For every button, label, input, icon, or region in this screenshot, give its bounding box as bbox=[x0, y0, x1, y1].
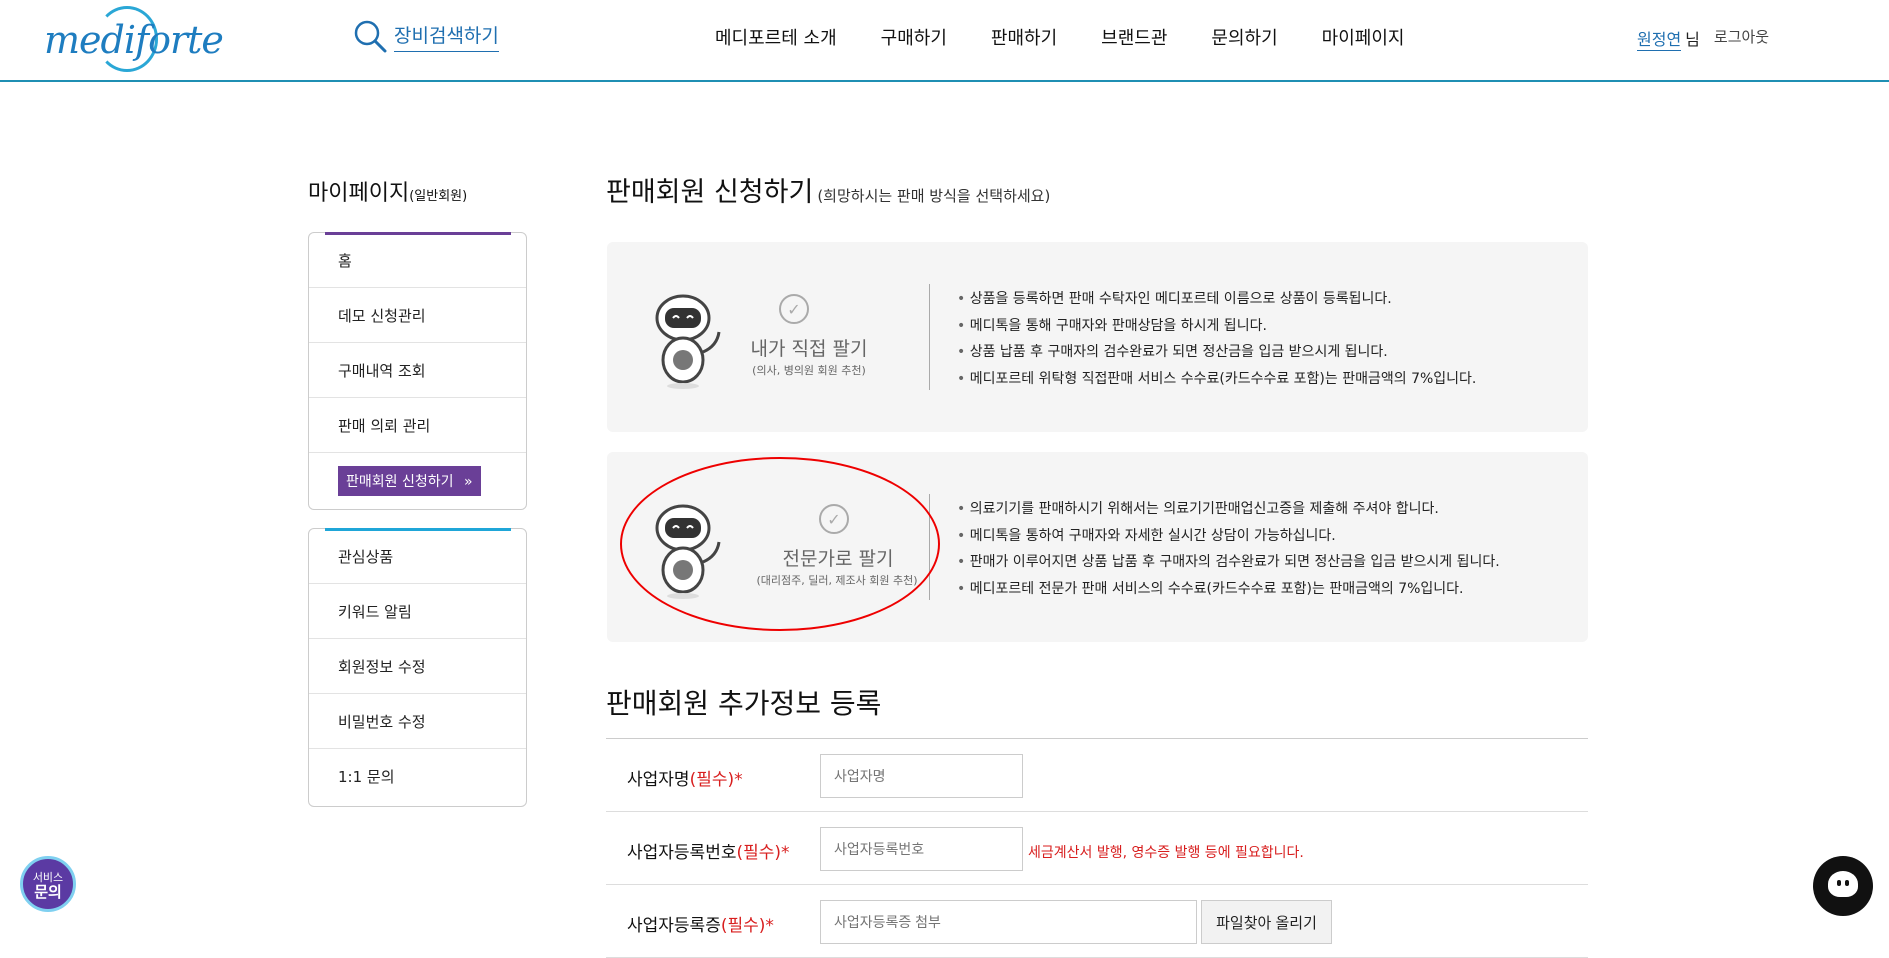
page-title-sub: (희망하시는 판매 방식을 선택하세요) bbox=[817, 187, 1051, 205]
logout-link[interactable]: 로그아웃 bbox=[1714, 26, 1769, 51]
page-title-text: 판매회원 신청하기 bbox=[606, 177, 814, 208]
sidebar-menu-group-1: 홈 데모 신청관리 구매내역 조회 판매 의뢰 관리 판매회원 신청하기 bbox=[308, 232, 527, 510]
sidebar-item-demo[interactable]: 데모 신청관리 bbox=[309, 288, 526, 343]
equipment-search-link[interactable]: 장비검색하기 bbox=[352, 18, 499, 54]
nav-mypage[interactable]: 마이페이지 bbox=[1322, 24, 1405, 50]
sidebar-item-purchases[interactable]: 구매내역 조회 bbox=[309, 343, 526, 398]
option-card-direct-sell[interactable]: ✓ 내가 직접 팔기 (의사, 병의원 회원 추천) 상품을 등록하면 판매 수… bbox=[607, 242, 1588, 432]
chat-icon bbox=[1828, 871, 1858, 897]
logo-text: mediforte bbox=[44, 18, 224, 62]
sidebar-title-sub: (일반회원) bbox=[409, 189, 468, 204]
user-name[interactable]: 원정연 bbox=[1637, 26, 1682, 51]
sidebar-title: 마이페이지(일반회원) bbox=[308, 175, 467, 207]
bullet-item: 상품을 등록하면 판매 수탁자인 메디포르테 이름으로 상품이 등록됩니다. bbox=[957, 286, 1476, 313]
sidebar-item-label: 회원정보 수정 bbox=[338, 657, 426, 676]
option-bullets: 의료기기를 판매하시기 위해서는 의료기기판매업신고증을 제출해 주셔야 합니다… bbox=[957, 496, 1500, 603]
nav-buy[interactable]: 구매하기 bbox=[881, 24, 947, 50]
certificate-file-input[interactable] bbox=[820, 900, 1197, 944]
required-mark: (필수)* bbox=[720, 916, 774, 936]
nav-brands[interactable]: 브랜드관 bbox=[1101, 24, 1167, 50]
sidebar-item-label: 판매 의뢰 관리 bbox=[338, 416, 431, 435]
bullet-item: 메디톡을 통해 구매자와 판매상담을 하시게 됩니다. bbox=[957, 313, 1476, 340]
bullet-item: 메디포르테 전문가 판매 서비스의 수수료(카드수수료 포함)는 판매금액의 7… bbox=[957, 576, 1500, 603]
bullet-item: 상품 납품 후 구매자의 검수완료가 되면 정산금을 입금 받으시게 됩니다. bbox=[957, 339, 1476, 366]
selection-highlight-ellipse bbox=[620, 457, 940, 631]
sidebar-item-profile[interactable]: 회원정보 수정 bbox=[309, 639, 526, 694]
check-icon: ✓ bbox=[779, 294, 809, 324]
form-row-regno: 사업자등록번호(필수)* 세금계산서 발행, 영수증 발행 등에 필요합니다. bbox=[606, 812, 1588, 885]
sidebar-item-label: 판매회원 신청하기 bbox=[338, 465, 481, 496]
nav-sell[interactable]: 판매하기 bbox=[991, 24, 1057, 50]
top-header: mediforte 장비검색하기 메디포르테 소개 구매하기 판매하기 브랜드관… bbox=[0, 0, 1889, 82]
file-upload-button[interactable]: 파일찾아 올리기 bbox=[1201, 900, 1332, 944]
field-label-text: 사업자등록번호 bbox=[627, 843, 737, 863]
chat-button[interactable] bbox=[1813, 856, 1873, 916]
sidebar-item-keyword-alert[interactable]: 키워드 알림 bbox=[309, 584, 526, 639]
bullet-item: 판매가 이루어지면 상품 납품 후 구매자의 검수완료가 되면 정산금을 입금 … bbox=[957, 549, 1500, 576]
sidebar-item-sales-requests[interactable]: 판매 의뢰 관리 bbox=[309, 398, 526, 453]
bullet-item: 메디포르테 위탁형 직접판매 서비스 수수료(카드수수료 포함)는 판매금액의 … bbox=[957, 366, 1477, 393]
required-mark: (필수)* bbox=[689, 770, 743, 790]
bullet-item: 메디톡을 통하여 구매자와 자세한 실시간 상담이 가능하십니다. bbox=[957, 523, 1500, 550]
option-bullets: 상품을 등록하면 판매 수탁자인 메디포르테 이름으로 상품이 등록됩니다. 메… bbox=[957, 286, 1477, 393]
mediforte-logo[interactable]: mediforte bbox=[44, 4, 224, 74]
sidebar-menu-group-2: 관심상품 키워드 알림 회원정보 수정 비밀번호 수정 1:1 문의 bbox=[308, 528, 527, 807]
sidebar-item-label: 홈 bbox=[338, 251, 352, 270]
nav-inquiry[interactable]: 문의하기 bbox=[1211, 24, 1277, 50]
service-inquiry-button[interactable]: 서비스 문의 bbox=[20, 856, 76, 912]
user-suffix: 님 bbox=[1685, 30, 1700, 49]
registration-number-input[interactable] bbox=[820, 827, 1023, 871]
field-label: 사업자등록번호(필수)* bbox=[627, 838, 790, 863]
field-label: 사업자명(필수)* bbox=[627, 765, 743, 790]
form-row-cert: 사업자등록증(필수)* 파일찾아 올리기 bbox=[606, 885, 1588, 958]
user-area: 원정연 님 로그아웃 bbox=[1637, 26, 1769, 51]
sidebar-item-1to1[interactable]: 1:1 문의 bbox=[309, 749, 526, 804]
field-label-text: 사업자등록증 bbox=[627, 916, 721, 936]
bullet-item: 의료기기를 판매하시기 위해서는 의료기기판매업신고증을 제출해 주셔야 합니다… bbox=[957, 496, 1500, 523]
robot-mascot-icon bbox=[655, 294, 721, 389]
menu-accent-line bbox=[325, 232, 511, 235]
option-subtitle: (의사, 병의원 회원 추천) bbox=[752, 364, 866, 377]
nav-about[interactable]: 메디포르테 소개 bbox=[715, 24, 837, 50]
sidebar-item-label: 1:1 문의 bbox=[338, 768, 395, 786]
sidebar-item-wishlist[interactable]: 관심상품 bbox=[309, 529, 526, 584]
sidebar-item-password[interactable]: 비밀번호 수정 bbox=[309, 694, 526, 749]
option-title: 내가 직접 팔기 bbox=[750, 338, 868, 360]
inquiry-label: 문의 bbox=[34, 883, 62, 901]
company-name-input[interactable] bbox=[820, 754, 1023, 798]
search-label: 장비검색하기 bbox=[394, 21, 499, 52]
section-title: 판매회원 추가정보 등록 bbox=[606, 687, 882, 720]
sidebar-item-seller-apply[interactable]: 판매회원 신청하기 bbox=[309, 453, 526, 508]
form-row-company: 사업자명(필수)* bbox=[606, 739, 1588, 812]
field-hint: 세금계산서 발행, 영수증 발행 등에 필요합니다. bbox=[1028, 845, 1304, 861]
sidebar-title-text: 마이페이지 bbox=[308, 181, 410, 206]
required-mark: (필수)* bbox=[736, 843, 790, 863]
field-label: 사업자등록증(필수)* bbox=[627, 911, 774, 936]
sidebar-item-label: 키워드 알림 bbox=[338, 602, 412, 621]
menu-accent-line bbox=[325, 528, 511, 531]
page-title: 판매회원 신청하기 (희망하시는 판매 방식을 선택하세요) bbox=[606, 170, 1050, 209]
search-icon bbox=[354, 20, 387, 53]
sidebar-item-home[interactable]: 홈 bbox=[309, 233, 526, 288]
sidebar-item-label: 비밀번호 수정 bbox=[338, 712, 426, 731]
main-nav: 메디포르테 소개 구매하기 판매하기 브랜드관 문의하기 마이페이지 bbox=[715, 24, 1448, 50]
divider bbox=[929, 284, 930, 390]
sidebar-item-label: 구매내역 조회 bbox=[338, 361, 426, 380]
sidebar-item-label: 관심상품 bbox=[338, 547, 394, 566]
field-label-text: 사업자명 bbox=[627, 770, 690, 790]
sidebar-item-label: 데모 신청관리 bbox=[338, 306, 426, 325]
